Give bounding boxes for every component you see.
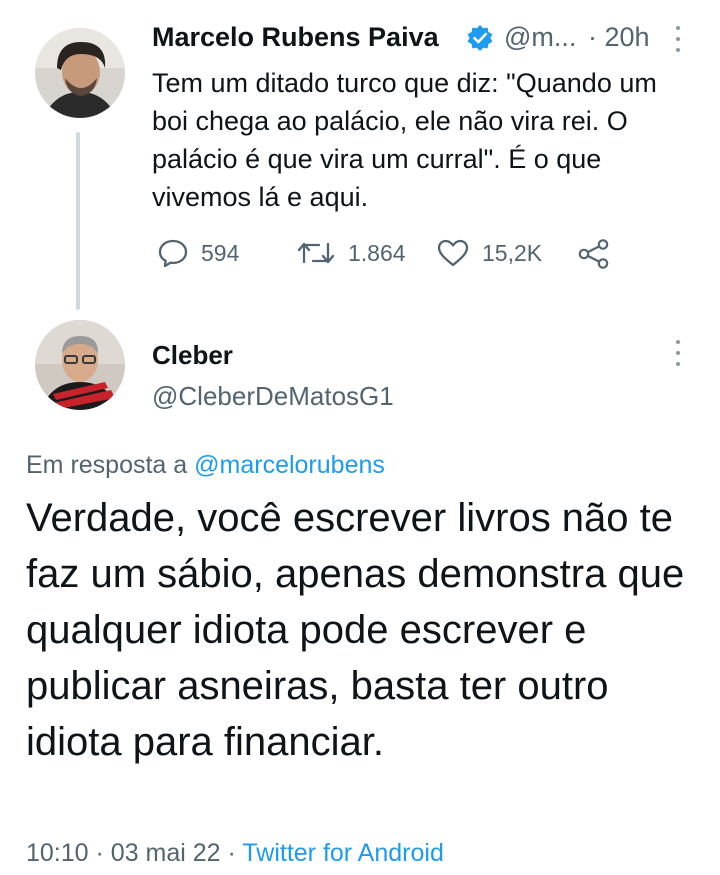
reply-icon xyxy=(158,239,188,268)
like-count: 15,2K xyxy=(482,239,543,266)
verified-badge-icon xyxy=(466,24,494,52)
tweet-text: Tem um ditado turco que diz: "Quando um … xyxy=(152,68,657,212)
separator: · xyxy=(227,839,236,867)
author-name[interactable]: Marcelo Rubens Paiva xyxy=(152,22,439,53)
reply-button[interactable]: 594 xyxy=(157,238,239,268)
reply-count: 594 xyxy=(201,239,240,266)
more-vertical-icon[interactable] xyxy=(673,340,683,366)
author-handle[interactable]: @m... xyxy=(504,22,576,53)
reply-mention-link[interactable]: @marcelorubens xyxy=(194,451,385,479)
more-vertical-icon[interactable] xyxy=(673,26,683,52)
heart-icon xyxy=(437,239,469,267)
retweet-count: 1.864 xyxy=(348,239,406,266)
reply-context: Em resposta a @marcelorubens xyxy=(26,451,385,480)
share-button[interactable] xyxy=(577,238,611,270)
tweet-text: Verdade, você escrever livros não te faz… xyxy=(26,496,685,764)
retweet-button[interactable]: 1.864 xyxy=(296,238,406,268)
separator: · xyxy=(95,839,104,867)
tweet-time[interactable]: 10:10 xyxy=(26,839,89,867)
time-label: 20h xyxy=(604,22,650,52)
avatar[interactable] xyxy=(35,320,125,410)
author-handle[interactable]: @CleberDeMatosG1 xyxy=(152,381,394,412)
separator: · xyxy=(588,22,597,52)
reply-prefix: Em resposta a xyxy=(26,451,188,479)
share-icon xyxy=(578,239,609,269)
tweet-date[interactable]: 03 mai 22 xyxy=(111,839,221,867)
retweet-icon xyxy=(297,242,335,264)
timestamp[interactable]: · 20h xyxy=(588,22,650,53)
tweet-meta: 10:10 · 03 mai 22 · Twitter for Android xyxy=(26,839,444,868)
thread-line xyxy=(76,132,80,310)
tweet-source-link[interactable]: Twitter for Android xyxy=(242,839,443,867)
author-name[interactable]: Cleber xyxy=(152,340,233,371)
avatar[interactable] xyxy=(35,28,125,118)
like-button[interactable]: 15,2K xyxy=(436,238,542,268)
